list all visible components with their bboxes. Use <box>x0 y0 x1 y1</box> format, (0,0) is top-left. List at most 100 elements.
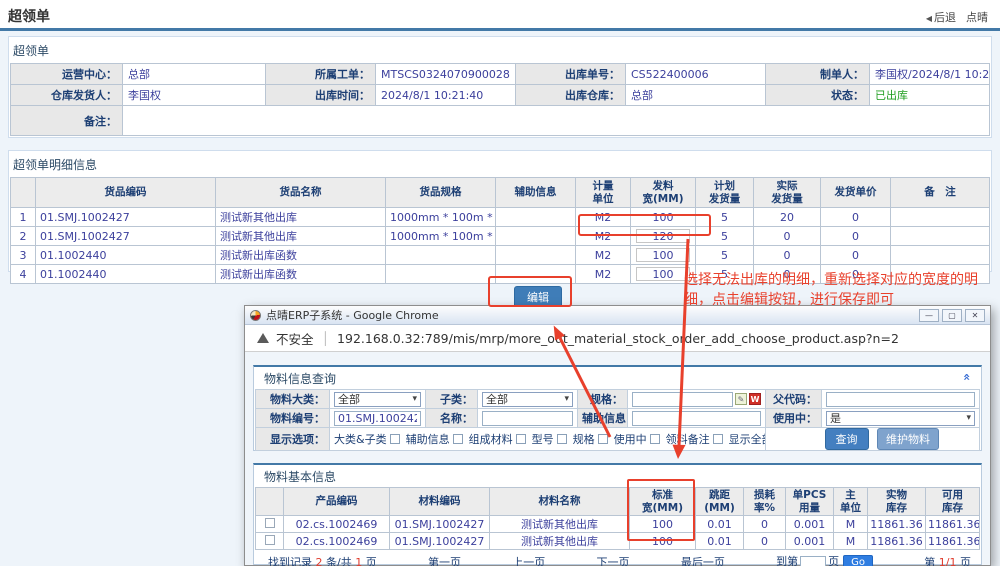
cell-item-code: 01.SMJ.1002427 <box>36 227 216 246</box>
order-section-title: 超领单 <box>9 37 991 63</box>
warning-icon <box>257 333 269 343</box>
cell-physical-stock: 11861.36 <box>868 516 926 533</box>
cell-material-code: 01.SMJ.1002427 <box>390 516 490 533</box>
parent-code-input[interactable] <box>826 392 975 407</box>
cell-item-spec <box>386 265 496 284</box>
spec-label: 规格： <box>578 390 628 409</box>
col-product-code: 产品编码 <box>284 488 390 516</box>
category-label: 物料大类： <box>256 390 330 409</box>
option-label: 型号 <box>532 431 554 447</box>
last-page-link[interactable]: 最后一页 <box>681 554 725 566</box>
col-aux-info: 辅助信息 <box>496 178 576 208</box>
col-per-pcs: 单PCS 用量 <box>786 488 834 516</box>
col-main-unit: 主 单位 <box>834 488 868 516</box>
query-form-table: 物料大类： 全部▾ 子类： 全部▾ 规格： ✎ W 父代码： <box>255 389 980 451</box>
spec-input[interactable] <box>632 392 733 407</box>
row-checkbox[interactable] <box>265 535 275 545</box>
annotation-text: 选择无法出库的明细，重新选择对应的宽度的明细，点击编辑按钮，进行保存即可 <box>684 270 996 311</box>
cell-actual-qty: 20 <box>754 208 821 227</box>
cell-unit: M2 <box>576 227 631 246</box>
goto-page-input[interactable] <box>800 556 826 566</box>
name-input[interactable] <box>482 411 573 426</box>
cell-rowno: 1 <box>11 208 36 227</box>
material-code-label: 物料编号： <box>256 409 330 428</box>
maintain-material-button[interactable]: 维护物料 <box>877 428 939 450</box>
warehouse-value: 总部 <box>626 85 766 106</box>
cell-item-name: 测试新出库函数 <box>216 265 386 284</box>
go-button[interactable]: Go <box>843 555 873 566</box>
cell-aux-info <box>496 246 576 265</box>
checkbox[interactable] <box>390 434 400 444</box>
shipper-label: 仓库发货人： <box>11 85 123 106</box>
table-row: 02.cs.1002469 01.SMJ.1002427 测试新其他出库 100… <box>256 516 980 533</box>
cell-item-code: 01.1002440 <box>36 265 216 284</box>
category-select[interactable]: 全部▾ <box>334 392 421 407</box>
search-button[interactable]: 查询 <box>825 428 869 450</box>
checkbox[interactable] <box>650 434 660 444</box>
col-material-name: 材料名称 <box>490 488 630 516</box>
cell-actual-qty: 0 <box>754 227 821 246</box>
col-note: 备 注 <box>891 178 990 208</box>
chevron-down-icon: ▾ <box>412 394 417 404</box>
collapse-icon[interactable]: « <box>960 373 974 381</box>
col-unit-price: 发货单价 <box>821 178 891 208</box>
issue-width-input[interactable] <box>636 267 690 281</box>
first-page-link[interactable]: 第一页 <box>428 554 461 566</box>
inuse-select[interactable]: 是▾ <box>826 411 975 426</box>
cell-pitch: 0.01 <box>696 516 744 533</box>
spec-editor-icon[interactable]: ✎ <box>735 393 747 405</box>
cell-unit: M2 <box>576 246 631 265</box>
material-results-panel: 物料基本信息 产品编码 材料编码 材料名称 标准 宽(MM) 跳距 (MM) 损… <box>253 463 982 565</box>
table-row: 2 01.SMJ.1002427 测试新其他出库 1000mm * 100m *… <box>11 227 990 246</box>
remark-label: 备注： <box>11 106 123 136</box>
results-header-row: 产品编码 材料编码 材料名称 标准 宽(MM) 跳距 (MM) 损耗 率% 单P… <box>256 488 980 516</box>
query-section-title: 物料信息查询 <box>254 367 981 389</box>
option-label: 领料备注 <box>666 431 710 447</box>
center-label: 运营中心： <box>11 64 123 85</box>
option-label: 大类&子类 <box>334 431 387 447</box>
checkbox[interactable] <box>516 434 526 444</box>
workorder-label: 所属工单： <box>266 64 376 85</box>
subcategory-select[interactable]: 全部▾ <box>482 392 573 407</box>
col-plan-qty: 计划 发货量 <box>696 178 754 208</box>
cell-plan-qty: 5 <box>696 227 754 246</box>
col-unit: 计量 单位 <box>576 178 631 208</box>
brand-link[interactable]: 点晴 <box>966 11 988 24</box>
back-link[interactable]: 后退 <box>934 11 956 24</box>
cell-item-spec: 1000mm * 100m * 1mm <box>386 208 496 227</box>
inuse-label: 使用中： <box>766 409 822 428</box>
outtime-label: 出库时间： <box>266 85 376 106</box>
checkbox[interactable] <box>598 434 608 444</box>
issue-width-input[interactable] <box>636 229 690 243</box>
detail-table: 货品编码 货品名称 货品规格 辅助信息 计量 单位 发料 宽(MM) 计划 发货… <box>10 177 990 284</box>
cell-item-code: 01.SMJ.1002427 <box>36 208 216 227</box>
cell-aux-info <box>496 227 576 246</box>
prev-page-link[interactable]: 上一页 <box>512 554 545 566</box>
cell-unit-price: 0 <box>821 246 891 265</box>
popup-window: 点晴ERP子系统 - Google Chrome — ▢ ✕ 不安全 │ 192… <box>244 305 991 566</box>
cell-rowno: 2 <box>11 227 36 246</box>
outtime-value: 2024/8/1 10:21:40 <box>376 85 516 106</box>
checkbox[interactable] <box>453 434 463 444</box>
name-label: 名称： <box>426 409 478 428</box>
aux-input[interactable] <box>632 411 761 426</box>
outno-value: CS522400006 <box>626 64 766 85</box>
insecure-label: 不安全 <box>276 329 314 348</box>
url-divider: │ <box>322 331 330 346</box>
checkbox[interactable] <box>557 434 567 444</box>
next-page-link[interactable]: 下一页 <box>597 554 630 566</box>
order-form-table: 运营中心： 总部 所属工单： MTSCS0324070900028 出库单号： … <box>10 63 990 136</box>
material-code-input[interactable] <box>334 411 421 426</box>
material-query-panel: 物料信息查询 « 物料大类： 全部▾ 子类： 全部▾ 规格： ✎ W <box>253 365 982 451</box>
chevron-down-icon: ▾ <box>564 394 569 404</box>
col-item-code: 货品编码 <box>36 178 216 208</box>
checkbox[interactable] <box>713 434 723 444</box>
issue-width-input[interactable] <box>636 248 690 262</box>
col-select <box>256 488 284 516</box>
cell-loss-rate: 0 <box>744 533 786 550</box>
popup-address-bar[interactable]: 不安全 │ 192.168.0.32:789/mis/mrp/more_out_… <box>245 325 990 352</box>
spec-word-icon[interactable]: W <box>749 393 761 405</box>
cell-unit-price: 0 <box>821 227 891 246</box>
cell-std-width: 100 <box>630 516 696 533</box>
row-checkbox[interactable] <box>265 518 275 528</box>
